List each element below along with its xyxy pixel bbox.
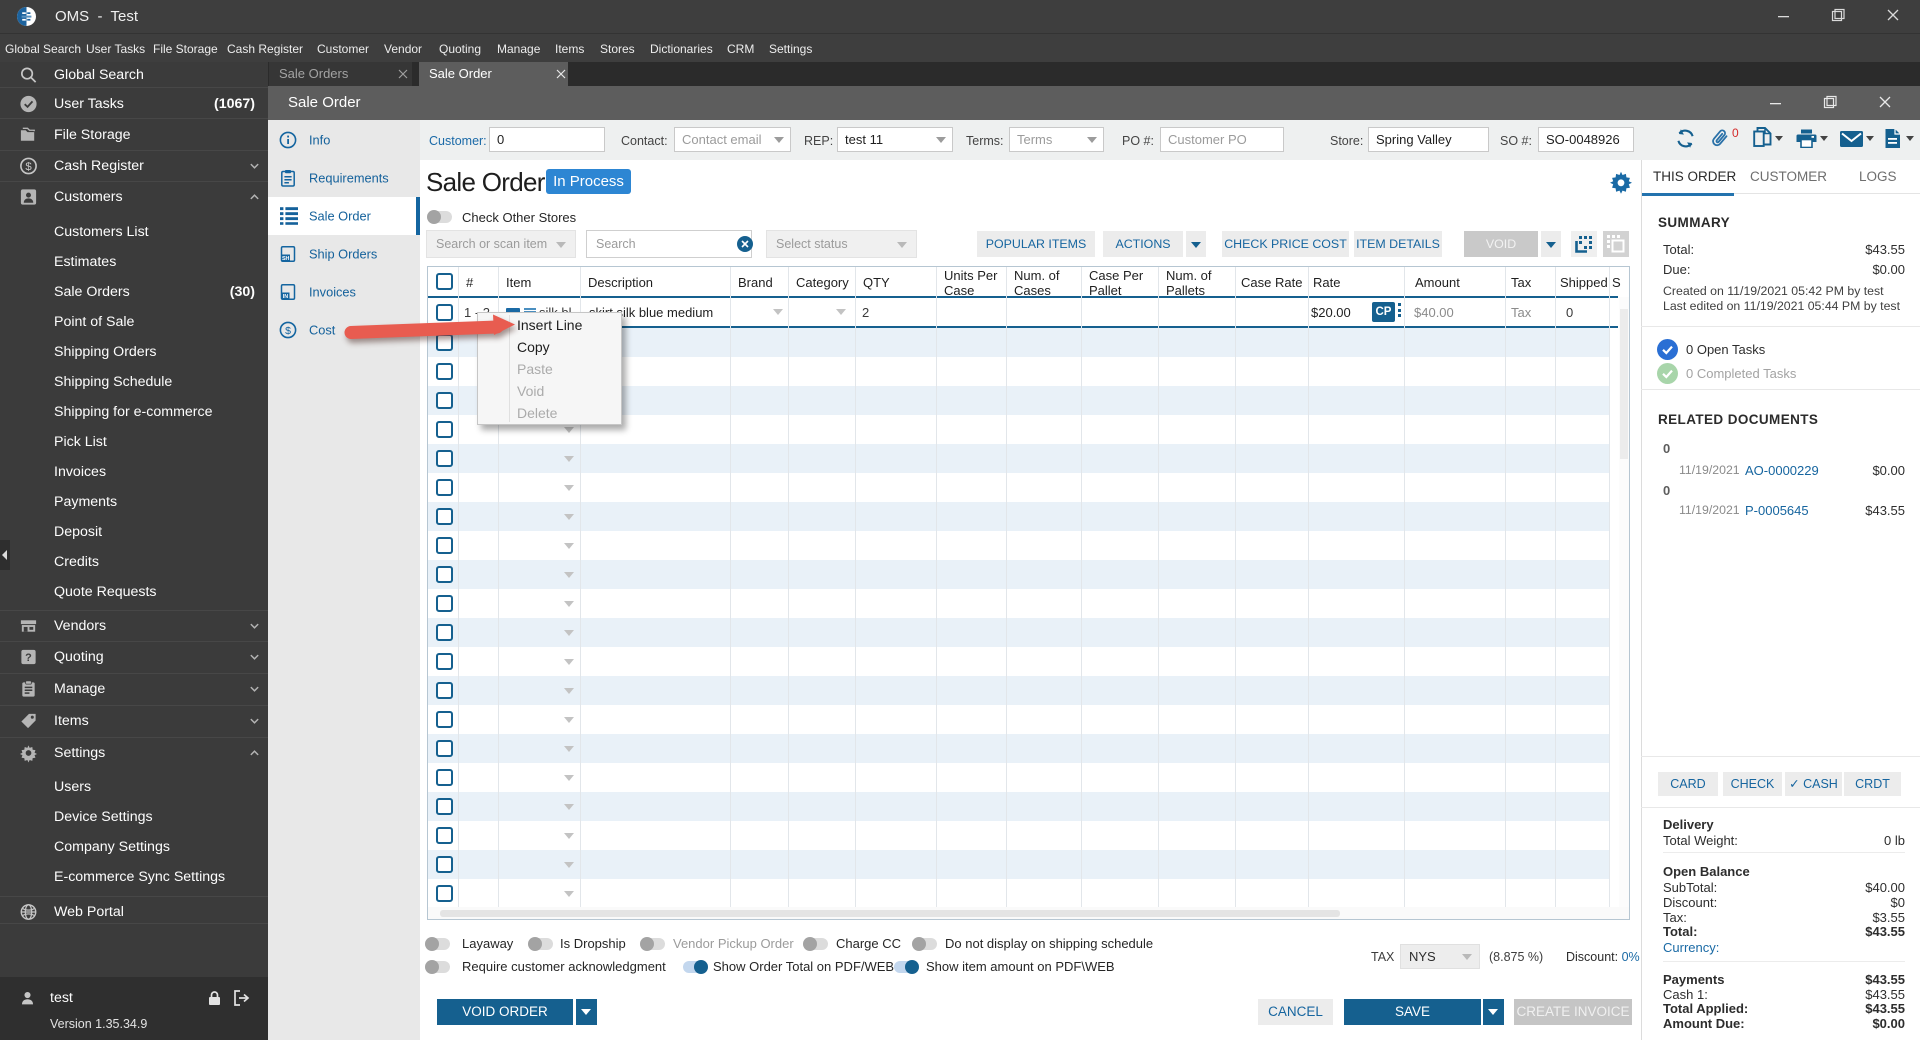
svg-text:SH: SH (282, 256, 290, 262)
svg-text:$: $ (285, 325, 291, 337)
svg-text:IN: IN (283, 294, 288, 300)
svg-text:$: $ (25, 161, 32, 173)
svg-text:?: ? (25, 652, 32, 664)
